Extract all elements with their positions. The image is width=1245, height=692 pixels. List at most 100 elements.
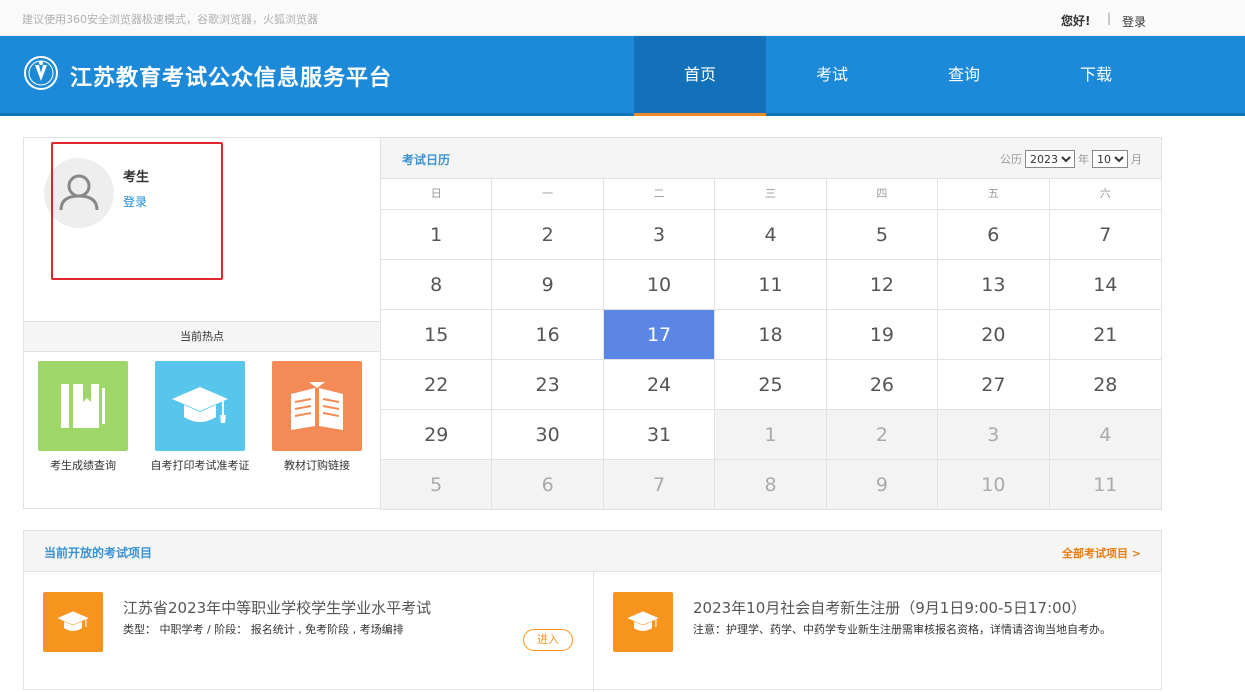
hot-icon-bg xyxy=(272,361,362,451)
calendar-day-adjacent[interactable]: 3 xyxy=(938,410,1050,460)
calendar-day[interactable]: 21 xyxy=(1049,310,1161,360)
exam-meta-1: 类型： 中职学考 / 阶段： 报名统计 , 免考阶段 , 考场编排 xyxy=(123,623,404,636)
calendar-day-adjacent[interactable]: 9 xyxy=(826,460,939,510)
calendar-day[interactable]: 5 xyxy=(826,210,939,260)
exam-icon-bg xyxy=(613,592,673,652)
calendar-day[interactable]: 19 xyxy=(826,310,939,360)
calendar-day-selected[interactable]: 17 xyxy=(603,310,716,360)
site-header: 江苏教育考试公众信息服务平台 首页 考试 查询 下载 xyxy=(0,36,1245,116)
enter-button[interactable]: 进入 xyxy=(523,629,573,651)
book-icon xyxy=(61,384,105,428)
calendar-type-label: 公历 xyxy=(1000,153,1022,166)
calendar-day-adjacent[interactable]: 1 xyxy=(715,410,827,460)
calendar-day[interactable]: 4 xyxy=(715,210,827,260)
calendar-day[interactable]: 3 xyxy=(603,210,716,260)
calendar-day[interactable]: 7 xyxy=(1049,210,1161,260)
calendar-day[interactable]: 20 xyxy=(938,310,1050,360)
exams-title: 当前开放的考试项目 xyxy=(44,546,153,560)
graduation-cap-icon xyxy=(172,387,228,423)
weekday-wed: 三 xyxy=(715,179,827,209)
exam-emblem-icon xyxy=(24,56,58,90)
calendar-title: 考试日历 xyxy=(402,153,451,167)
calendar-day[interactable]: 16 xyxy=(492,310,604,360)
hot-label: 自考打印考试准考证 xyxy=(150,459,250,472)
calendar-day-adjacent[interactable]: 5 xyxy=(381,460,493,510)
greeting: 您好! xyxy=(1061,14,1091,28)
calendar-day[interactable]: 25 xyxy=(715,360,827,410)
month-select[interactable]: 10 xyxy=(1092,150,1128,168)
calendar-day[interactable]: 10 xyxy=(603,260,716,310)
exam-calendar: 考试日历 公历 2023 年 10 月 日 一 二 三 四 五 六 123456… xyxy=(380,137,1162,510)
calendar-day[interactable]: 30 xyxy=(492,410,604,460)
calendar-day[interactable]: 18 xyxy=(715,310,827,360)
hot-label: 教材订购链接 xyxy=(284,459,350,472)
weekday-sat: 六 xyxy=(1099,187,1111,200)
nav-exam[interactable]: 考试 xyxy=(766,36,898,116)
calendar-grid: 1 2 3 4 5 6 7 8 9 10 11 12 13 14 15 16 17 18 19 20 21 22 23 24 2… xyxy=(381,210,1161,510)
separator: | xyxy=(1107,11,1112,25)
weekday-thu: 四 xyxy=(827,179,939,209)
exam-divider xyxy=(593,572,594,692)
calendar-day[interactable]: 2 xyxy=(492,210,604,260)
open-exams-section: 当前开放的考试项目 全部考试项目 > 江苏省2023年中等职业学校学生学业水平考… xyxy=(23,530,1162,692)
year-select[interactable]: 2023 xyxy=(1025,150,1075,168)
calendar-day[interactable]: 14 xyxy=(1049,260,1161,310)
weekday-row: 日 一 二 三 四 五 六 xyxy=(381,179,1161,210)
main-nav: 首页 考试 查询 下载 xyxy=(634,36,1162,116)
calendar-day-adjacent[interactable]: 11 xyxy=(1049,460,1161,510)
hot-item-textbook-order[interactable]: 教材订购链接 xyxy=(267,361,367,472)
hot-topics-title: 当前热点 xyxy=(24,321,380,352)
weekday-fri: 五 xyxy=(938,179,1050,209)
highlight-box xyxy=(51,142,223,280)
calendar-day[interactable]: 12 xyxy=(826,260,939,310)
calendar-day-adjacent[interactable]: 2 xyxy=(826,410,939,460)
graduation-cap-icon xyxy=(57,611,89,631)
calendar-day-adjacent[interactable]: 6 xyxy=(492,460,604,510)
exams-header: 当前开放的考试项目 全部考试项目 > xyxy=(24,531,1161,572)
all-exams-link[interactable]: 全部考试项目 > xyxy=(1062,545,1141,561)
exam-meta-2: 注意：护理学、药学、中药学专业新生注册需审核报名资格，详情请咨询当地自考办。 xyxy=(693,623,1111,636)
browser-tip: 建议使用360安全浏览器极速模式，谷歌浏览器，火狐浏览器 xyxy=(22,13,318,26)
calendar-day[interactable]: 9 xyxy=(492,260,604,310)
weekday-sun: 日 xyxy=(381,179,493,209)
graduation-cap-icon xyxy=(627,611,659,631)
calendar-day[interactable]: 11 xyxy=(715,260,827,310)
calendar-day[interactable]: 22 xyxy=(381,360,493,410)
nav-download[interactable]: 下载 xyxy=(1030,36,1162,116)
calendar-day[interactable]: 6 xyxy=(938,210,1050,260)
calendar-day[interactable]: 26 xyxy=(826,360,939,410)
user-panel: 考生 登录 当前热点 考生成绩查询 自考打印考试准考证 教材订购链接 xyxy=(23,137,381,509)
month-unit: 月 xyxy=(1131,153,1142,166)
weekday-mon: 一 xyxy=(492,179,604,209)
calendar-header: 考试日历 公历 2023 年 10 月 xyxy=(381,138,1161,179)
hot-label: 考生成绩查询 xyxy=(50,459,116,472)
calendar-day[interactable]: 31 xyxy=(603,410,716,460)
calendar-day[interactable]: 24 xyxy=(603,360,716,410)
calendar-day[interactable]: 27 xyxy=(938,360,1050,410)
calendar-day[interactable]: 1 xyxy=(381,210,493,260)
weekday-tue: 二 xyxy=(604,179,716,209)
calendar-day-adjacent[interactable]: 10 xyxy=(938,460,1050,510)
hot-item-score-query[interactable]: 考生成绩查询 xyxy=(33,361,133,472)
calendar-day-adjacent[interactable]: 7 xyxy=(603,460,716,510)
calendar-day[interactable]: 28 xyxy=(1049,360,1161,410)
calendar-controls: 公历 2023 年 10 月 xyxy=(1000,150,1142,168)
nav-home[interactable]: 首页 xyxy=(634,36,766,116)
nav-query[interactable]: 查询 xyxy=(898,36,1030,116)
calendar-day[interactable]: 29 xyxy=(381,410,493,460)
site-title: 江苏教育考试公众信息服务平台 xyxy=(70,66,393,91)
calendar-day[interactable]: 15 xyxy=(381,310,493,360)
exam-title-1[interactable]: 江苏省2023年中等职业学校学生学业水平考试 xyxy=(123,597,431,618)
hot-item-print-ticket[interactable]: 自考打印考试准考证 xyxy=(150,361,250,472)
calendar-day-adjacent[interactable]: 4 xyxy=(1049,410,1161,460)
hot-icon-bg xyxy=(155,361,245,451)
hot-icon-bg xyxy=(38,361,128,451)
exam-title-2[interactable]: 2023年10月社会自考新生注册（9月1日9:00-5日17:00） xyxy=(693,597,1086,618)
calendar-day[interactable]: 8 xyxy=(381,260,493,310)
top-bar: 建议使用360安全浏览器极速模式，谷歌浏览器，火狐浏览器 您好! | 登录 xyxy=(0,0,1245,36)
top-login-link[interactable]: 登录 xyxy=(1122,13,1146,30)
calendar-day[interactable]: 23 xyxy=(492,360,604,410)
calendar-day[interactable]: 13 xyxy=(938,260,1050,310)
calendar-day-adjacent[interactable]: 8 xyxy=(715,460,827,510)
open-book-icon xyxy=(291,382,343,430)
